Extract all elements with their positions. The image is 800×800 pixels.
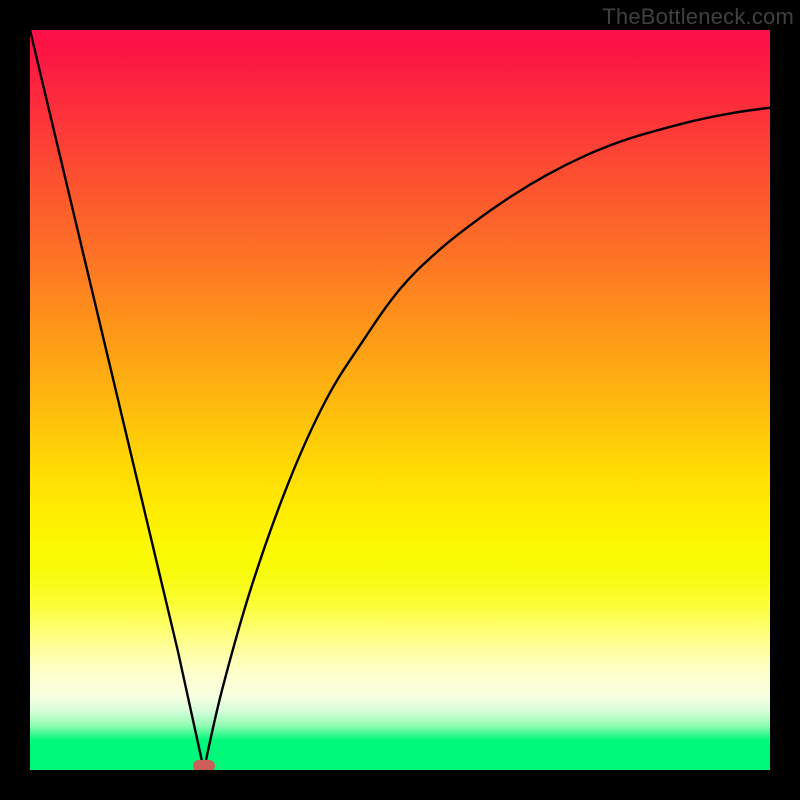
chart-frame: TheBottleneck.com <box>0 0 800 800</box>
watermark-text: TheBottleneck.com <box>602 4 794 30</box>
curve-svg <box>30 30 770 770</box>
optimum-marker-icon <box>193 760 215 770</box>
plot-area <box>30 30 770 770</box>
bottleneck-curve <box>30 30 770 770</box>
